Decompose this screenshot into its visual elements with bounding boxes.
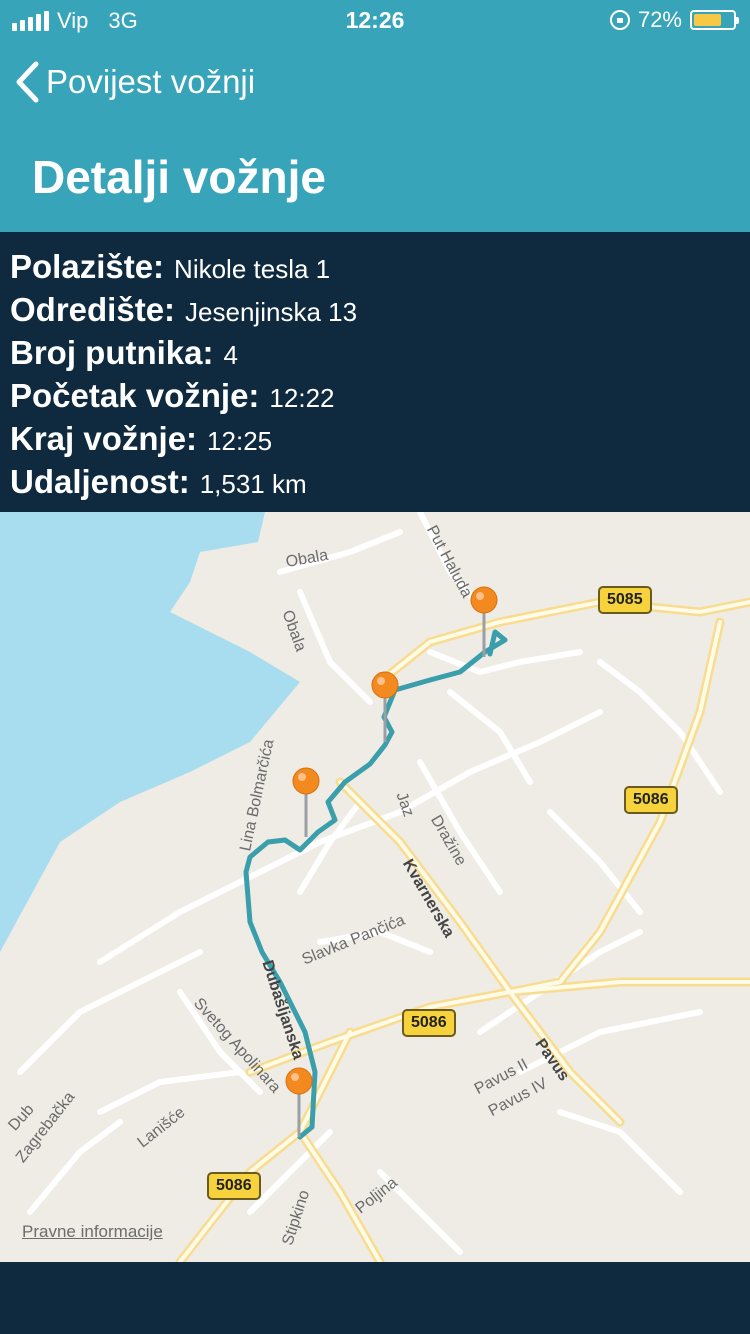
road-shield: 5086 [207, 1172, 261, 1200]
detail-destination: Odredište: Jesenjinska 13 [10, 291, 357, 329]
map-pin-4[interactable] [285, 1067, 313, 1137]
bottom-bar [0, 1262, 750, 1334]
detail-label: Početak vožnje: [10, 377, 260, 414]
detail-label: Kraj vožnje: [10, 420, 198, 457]
sea-area [0, 512, 300, 952]
detail-label: Broj putnika: [10, 334, 214, 371]
detail-end-time: Kraj vožnje: 12:25 [10, 420, 272, 458]
back-button-label: Povijest vožnji [46, 63, 256, 100]
road-shield: 5086 [402, 1009, 456, 1037]
detail-passengers: Broj putnika: 4 [10, 334, 238, 372]
detail-value: 12:25 [207, 426, 273, 456]
detail-distance: Udaljenost: 1,531 km [10, 463, 307, 501]
page-title: Detalji vožnje [32, 151, 326, 203]
detail-start-time: Početak vožnje: 12:22 [10, 377, 335, 415]
chevron-left-icon [16, 61, 39, 103]
ride-details: Polazište: Nikole tesla 1 Odredište: Jesen… [0, 232, 750, 512]
detail-label: Udaljenost: [10, 463, 190, 500]
detail-value: 12:22 [269, 383, 335, 413]
detail-label: Odredište: [10, 291, 176, 328]
detail-label: Polazište: [10, 248, 165, 285]
detail-value: Nikole tesla 1 [174, 254, 331, 284]
detail-value: Jesenjinska 13 [185, 297, 358, 327]
map-canvas[interactable] [0, 512, 750, 1262]
detail-start: Polazište: Nikole tesla 1 [10, 248, 330, 286]
back-button[interactable]: Povijest vožnji [14, 60, 255, 104]
detail-value: 4 [223, 340, 238, 370]
header: Vip 3G 12:26 72% Povijest vožnji Detalji… [0, 0, 750, 232]
orientation-lock-icon [609, 10, 630, 30]
road-shield: 5086 [624, 786, 678, 814]
detail-value: 1,531 km [199, 469, 307, 499]
map-pin-3[interactable] [292, 767, 320, 837]
legal-link[interactable]: Pravne informacije [22, 1222, 163, 1242]
battery-icon [690, 10, 739, 30]
route-map[interactable]: Obala Obala Put Haluda Lina Bolmarčića J… [0, 512, 750, 1262]
road-shield: 5085 [598, 586, 652, 614]
status-bar: Vip 3G 12:26 72% [0, 0, 750, 40]
battery-percent: 72% [637, 7, 682, 32]
